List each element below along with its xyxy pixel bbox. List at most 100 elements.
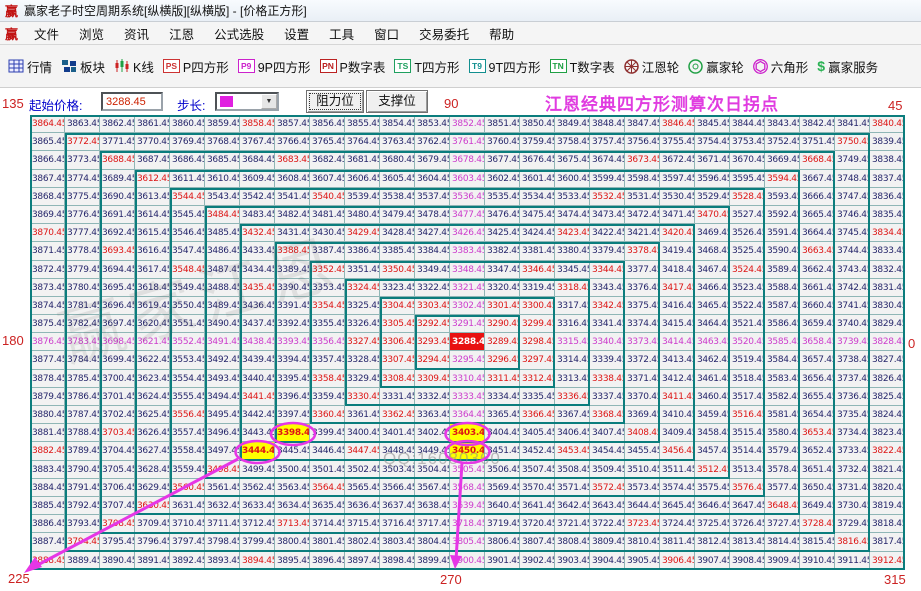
grid-cell[interactable]: 3821.45 [870, 461, 905, 479]
grid-cell[interactable]: 3314.45 [555, 351, 590, 369]
grid-cell[interactable]: 3713.45 [275, 515, 310, 533]
grid-cell[interactable]: 3748.45 [835, 170, 870, 188]
grid-cell[interactable]: 3691.45 [100, 206, 135, 224]
grid-cell[interactable]: 3660.45 [800, 297, 835, 315]
grid-cell[interactable]: 3699.45 [100, 351, 135, 369]
grid-cell[interactable]: 3651.45 [800, 461, 835, 479]
grid-cell[interactable]: 3733.45 [835, 442, 870, 460]
grid-cell[interactable]: 3318.45 [555, 279, 590, 297]
grid-cell[interactable]: 3855.45 [345, 115, 380, 133]
grid-cell[interactable]: 3768.45 [205, 133, 240, 151]
grid-cell[interactable]: 3646.45 [695, 497, 730, 515]
grid-cell[interactable]: 3549.45 [170, 279, 205, 297]
grid-cell[interactable]: 3518.45 [730, 370, 765, 388]
grid-cell[interactable]: 3441.45 [240, 388, 275, 406]
grid-cell[interactable]: 3614.45 [135, 206, 170, 224]
grid-cell[interactable]: 3296.45 [485, 351, 520, 369]
grid-cell[interactable]: 3762.45 [415, 133, 450, 151]
grid-cell[interactable]: 3588.45 [765, 279, 800, 297]
grid-cell[interactable]: 3510.45 [625, 461, 660, 479]
grid-cell[interactable]: 3848.45 [590, 115, 625, 133]
grid-cell[interactable]: 3414.45 [660, 333, 695, 351]
grid-cell[interactable]: 3705.45 [100, 461, 135, 479]
grid-cell[interactable]: 3440.45 [240, 370, 275, 388]
grid-cell[interactable]: 3757.45 [590, 133, 625, 151]
grid-cell[interactable]: 3306.45 [380, 333, 415, 351]
grid-cell[interactable]: 3415.45 [660, 315, 695, 333]
grid-cell[interactable]: 3459.45 [695, 406, 730, 424]
grid-cell[interactable]: 3454.45 [590, 442, 625, 460]
grid-cell[interactable]: 3673.45 [625, 151, 660, 169]
grid-cell[interactable]: 3327.45 [345, 333, 380, 351]
grid-cell[interactable]: 3443.45 [240, 424, 275, 442]
grid-cell[interactable]: 3391.45 [275, 297, 310, 315]
grid-cell[interactable]: 3503.45 [380, 461, 415, 479]
grid-cell[interactable]: 3717.45 [415, 515, 450, 533]
grid-cell[interactable]: 3301.45 [485, 297, 520, 315]
menu-item-交易委托[interactable]: 交易委托 [409, 24, 479, 43]
grid-cell[interactable]: 3902.45 [520, 552, 555, 570]
toolbar-item-六角形[interactable]: 六角形 [753, 57, 809, 76]
grid-cell[interactable]: 3532.45 [590, 188, 625, 206]
grid-cell[interactable]: 3759.45 [520, 133, 555, 151]
grid-cell[interactable]: 3413.45 [660, 351, 695, 369]
grid-cell[interactable]: 3432.45 [240, 224, 275, 242]
grid-cell[interactable]: 3335.45 [520, 388, 555, 406]
grid-cell[interactable]: 3898.45 [380, 552, 415, 570]
grid-cell[interactable]: 3618.45 [135, 279, 170, 297]
grid-cell[interactable]: 3881.45 [30, 424, 65, 442]
grid-cell[interactable]: 3377.45 [625, 261, 660, 279]
grid-cell[interactable]: 3906.45 [660, 552, 695, 570]
grid-cell[interactable]: 3624.45 [135, 388, 170, 406]
grid-cell[interactable]: 3724.45 [660, 515, 695, 533]
grid-cell[interactable]: 3419.45 [660, 242, 695, 260]
grid-cell[interactable]: 3847.45 [625, 115, 660, 133]
grid-cell[interactable]: 3730.45 [835, 497, 870, 515]
grid-cell[interactable]: 3837.45 [870, 170, 905, 188]
grid-cell[interactable]: 3336.45 [555, 388, 590, 406]
grid-cell[interactable]: 3326.45 [345, 315, 380, 333]
grid-cell[interactable]: 3555.45 [170, 388, 205, 406]
grid-cell[interactable]: 3578.45 [765, 461, 800, 479]
grid-cell[interactable]: 3374.45 [625, 315, 660, 333]
toolbar-item-K线[interactable]: K线 [114, 57, 154, 76]
grid-cell[interactable]: 3866.45 [30, 151, 65, 169]
grid-cell[interactable]: 3758.45 [555, 133, 590, 151]
grid-cell[interactable]: 3911.45 [835, 552, 870, 570]
grid-cell[interactable]: 3836.45 [870, 188, 905, 206]
grid-cell[interactable]: 3351.45 [345, 261, 380, 279]
grid-cell[interactable]: 3365.45 [485, 406, 520, 424]
grid-cell[interactable]: 3737.45 [835, 370, 870, 388]
grid-cell[interactable]: 3523.45 [730, 279, 765, 297]
grid-cell[interactable]: 3580.45 [765, 424, 800, 442]
toolbar-item-赢家轮[interactable]: 赢家轮 [688, 57, 744, 76]
grid-cell[interactable]: 3331.45 [380, 388, 415, 406]
grid-cell[interactable]: 3872.45 [30, 261, 65, 279]
grid-cell[interactable]: 3775.45 [65, 188, 100, 206]
grid-cell[interactable]: 3485.45 [205, 224, 240, 242]
grid-cell[interactable]: 3678.45 [450, 151, 485, 169]
grid-cell[interactable]: 3708.45 [100, 515, 135, 533]
grid-cell[interactable]: 3457.45 [695, 442, 730, 460]
grid-cell[interactable]: 3803.45 [380, 533, 415, 551]
toolbar-item-T四方形[interactable]: TST四方形 [394, 57, 459, 76]
grid-cell[interactable]: 3752.45 [765, 133, 800, 151]
grid-cell[interactable]: 3640.45 [485, 497, 520, 515]
grid-cell[interactable]: 3493.45 [205, 370, 240, 388]
grid-cell[interactable]: 3776.45 [65, 206, 100, 224]
grid-cell[interactable]: 3746.45 [835, 206, 870, 224]
grid-cell[interactable]: 3289.45 [485, 333, 520, 351]
grid-cell[interactable]: 3562.45 [240, 479, 275, 497]
grid-cell[interactable]: 3750.45 [835, 133, 870, 151]
grid-cell[interactable]: 3498.45 [205, 461, 240, 479]
grid-cell[interactable]: 3533.45 [555, 188, 590, 206]
grid-cell[interactable]: 3627.45 [135, 442, 170, 460]
grid-cell[interactable]: 3683.45 [275, 151, 310, 169]
grid-cell[interactable]: 3707.45 [100, 497, 135, 515]
grid-cell[interactable]: 3835.45 [870, 206, 905, 224]
grid-cell[interactable]: 3714.45 [310, 515, 345, 533]
grid-cell[interactable]: 3596.45 [695, 170, 730, 188]
grid-cell[interactable]: 3449.45 [415, 442, 450, 460]
grid-cell[interactable]: 3661.45 [800, 279, 835, 297]
menu-item-窗口[interactable]: 窗口 [364, 24, 409, 43]
